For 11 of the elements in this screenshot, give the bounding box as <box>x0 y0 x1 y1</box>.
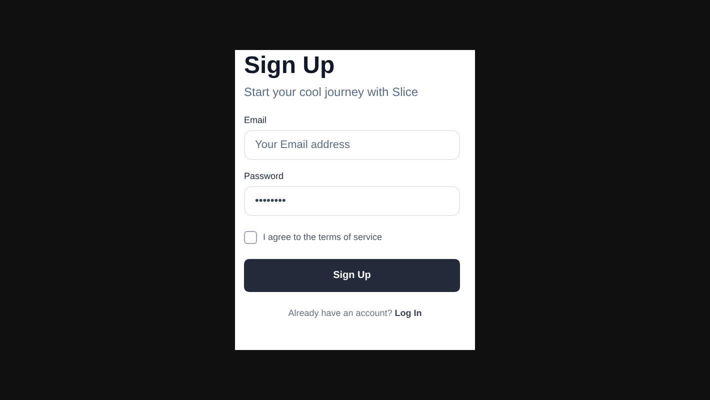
checkbox[interactable] <box>244 231 257 244</box>
login-link[interactable]: Log In <box>394 308 422 318</box>
input-field[interactable]: •••••••• <box>244 186 460 216</box>
field-label: Password <box>244 170 284 182</box>
field-label: Email <box>244 114 267 126</box>
terms-label: I agree to the terms of service <box>263 231 382 244</box>
input-field[interactable]: Your Email address <box>244 130 460 160</box>
page-title: Sign Up <box>244 52 335 80</box>
signup-button[interactable]: Sign Up <box>244 258 460 292</box>
footer-text: Already have an account? <box>288 308 392 318</box>
subtitle: Start your cool journey with Slice <box>244 84 418 100</box>
